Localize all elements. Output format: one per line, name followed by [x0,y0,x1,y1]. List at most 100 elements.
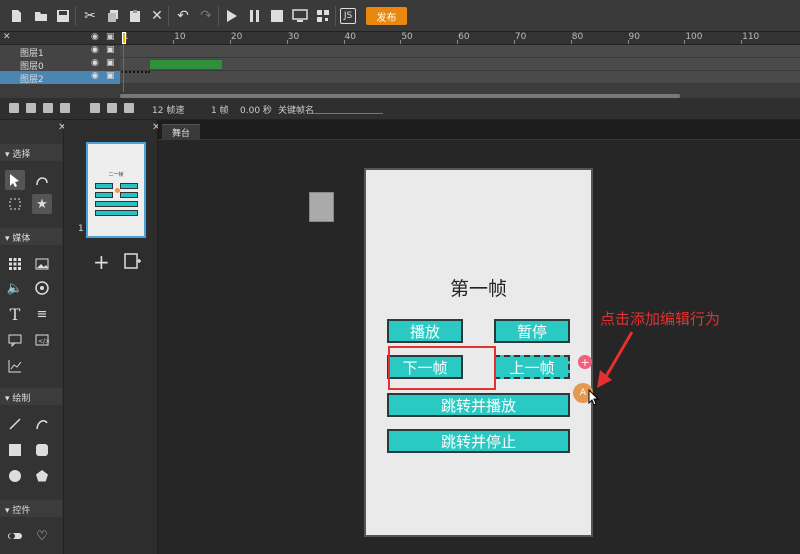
prev-frame-button[interactable]: 上一帧 [494,355,570,379]
ruler-tick-label: 10 [174,32,186,42]
section-label: 控件 [12,506,31,516]
layer-option-icon[interactable] [60,103,70,113]
stage-area[interactable]: 第一帧 播放 暂停 下一帧 上一帧 跳转并播放 跳转并停止 + A 点击添加编辑… [158,139,800,554]
save-icon[interactable] [53,6,73,26]
stage-object[interactable] [309,192,334,222]
open-folder-icon[interactable] [31,6,51,26]
thumb-button [95,201,138,207]
tools-panel: ✕ ▾ 选择 ★ ▾ 媒体 🔈 T ≡ </> ▾ 绘制 ▾ 控件 ♡ [0,120,66,554]
frame-span[interactable] [150,60,222,69]
eye-icon[interactable]: ◉ [91,32,99,42]
timeline-panel: ✕ ◉ ▣ 1102030405060708090100110 图层1 ◉ ▣ … [0,32,800,98]
lock-icon[interactable]: ▣ [106,71,115,81]
js-icon[interactable]: JS [340,8,356,24]
copy-icon[interactable] [103,6,123,26]
insert-page-icon[interactable] [124,252,142,274]
ruler-tick-label: 100 [685,32,703,42]
play-button[interactable]: 播放 [387,319,463,343]
redo-icon[interactable]: ↷ [196,6,216,26]
section-select[interactable]: ▾ 选择 [0,144,62,161]
heart-icon[interactable]: ♡ [32,526,52,546]
chart-icon[interactable] [5,356,25,376]
image-icon[interactable] [32,254,52,274]
new-file-icon[interactable] [6,6,26,26]
tab-stage[interactable]: 舞台 [162,124,200,139]
stage-panel: 舞台 第一帧 播放 暂停 下一帧 上一帧 跳转并播放 跳转并停止 + A 点击添… [158,120,800,554]
transform-tool-icon[interactable] [5,194,25,214]
toolbar-divider [168,6,169,26]
lock-icon[interactable]: ▣ [106,32,115,42]
rounded-rect-tool-icon[interactable] [32,440,52,460]
undo-icon[interactable]: ↶ [173,6,193,26]
goto-stop-button[interactable]: 跳转并停止 [387,429,570,453]
audio-icon[interactable]: 🔈 [5,278,25,298]
ruler-tick [229,40,231,44]
layer-frames[interactable] [120,45,800,58]
publish-button[interactable]: 发布 [366,7,407,25]
stop-icon[interactable] [267,6,287,26]
line-tool-icon[interactable] [5,414,25,434]
layer-frames[interactable] [120,71,800,84]
thumb-button [95,183,113,189]
paragraph-icon[interactable]: ≡ [32,304,52,324]
ruler-tick-label: 50 [401,32,413,42]
goto-play-button[interactable]: 跳转并播放 [387,393,570,417]
section-controls[interactable]: ▾ 控件 [0,500,62,517]
ruler-tick [173,40,175,44]
section-media[interactable]: ▾ 媒体 [0,228,62,245]
delete-icon[interactable]: ✕ [147,6,167,26]
toggle-control-icon[interactable] [5,526,25,546]
add-action-badge[interactable]: + [578,355,592,369]
thumb-badge [115,188,120,193]
text-tool-icon[interactable]: T [5,304,25,324]
page-thumbnail[interactable]: 二一帧 [86,142,146,238]
eye-icon[interactable]: ◉ [91,45,99,55]
curve-tool-icon[interactable] [32,414,52,434]
lock-icon[interactable]: ▣ [106,45,115,55]
circle-tool-icon[interactable] [5,466,25,486]
app-window: ✂ ✕ ↶ ↷ JS 发布 ✕ ◉ ▣ 10 20 30 40 50 60 70… [0,0,800,554]
layer-row[interactable]: 图层0 ◉ ▣ [0,58,120,72]
pause-icon[interactable] [245,6,265,26]
ruler-tick [741,40,743,44]
paste-icon[interactable] [125,6,145,26]
section-draw[interactable]: ▾ 绘制 [0,388,62,405]
cut-icon[interactable]: ✂ [80,6,100,26]
layer-row[interactable]: 图层1 ◉ ▣ [0,45,120,59]
grid-icon[interactable] [5,254,25,274]
lock-icon[interactable]: ▣ [106,58,115,68]
subselect-tool-icon[interactable] [32,170,52,190]
pointer-tool-icon[interactable] [5,170,25,190]
star-tool-icon[interactable]: ★ [32,194,52,214]
delete-layer-icon[interactable] [43,103,53,113]
frame-title-text[interactable]: 第一帧 [366,274,591,301]
add-page-icon[interactable]: + [93,252,110,272]
timeline-close-icon[interactable]: ✕ [3,32,11,42]
playhead[interactable] [122,32,126,92]
keyframe-name-input[interactable] [313,102,383,114]
comment-icon[interactable] [5,330,25,350]
pentagon-tool-icon[interactable] [32,466,52,486]
code-icon[interactable]: </> [32,330,52,350]
eye-icon[interactable]: ◉ [91,58,99,68]
toolbar-divider [335,6,336,26]
layer-frames[interactable] [120,58,800,71]
add-layer-icon[interactable] [9,103,19,113]
ruler-tick [570,40,572,44]
play-icon[interactable] [222,6,242,26]
pause-button[interactable]: 暂停 [494,319,570,343]
rectangle-tool-icon[interactable] [5,440,25,460]
add-folder-icon[interactable] [26,103,36,113]
ruler-tick-label: 20 [230,32,243,42]
insert-keyframe-icon[interactable] [107,103,117,113]
preview-icon[interactable] [290,6,310,26]
frame-ruler[interactable]: 1102030405060708090100110 [120,32,800,45]
ruler-tick-label: 40 [344,32,356,42]
video-icon[interactable] [32,278,52,298]
qr-code-icon[interactable] [313,6,333,26]
eye-icon[interactable]: ◉ [91,71,99,81]
layer-name: 图层2 [20,75,44,85]
clear-frame-icon[interactable] [124,103,134,113]
insert-frame-icon[interactable] [90,103,100,113]
layer-row-selected[interactable]: 图层2 ◉ ▣ [0,71,120,85]
